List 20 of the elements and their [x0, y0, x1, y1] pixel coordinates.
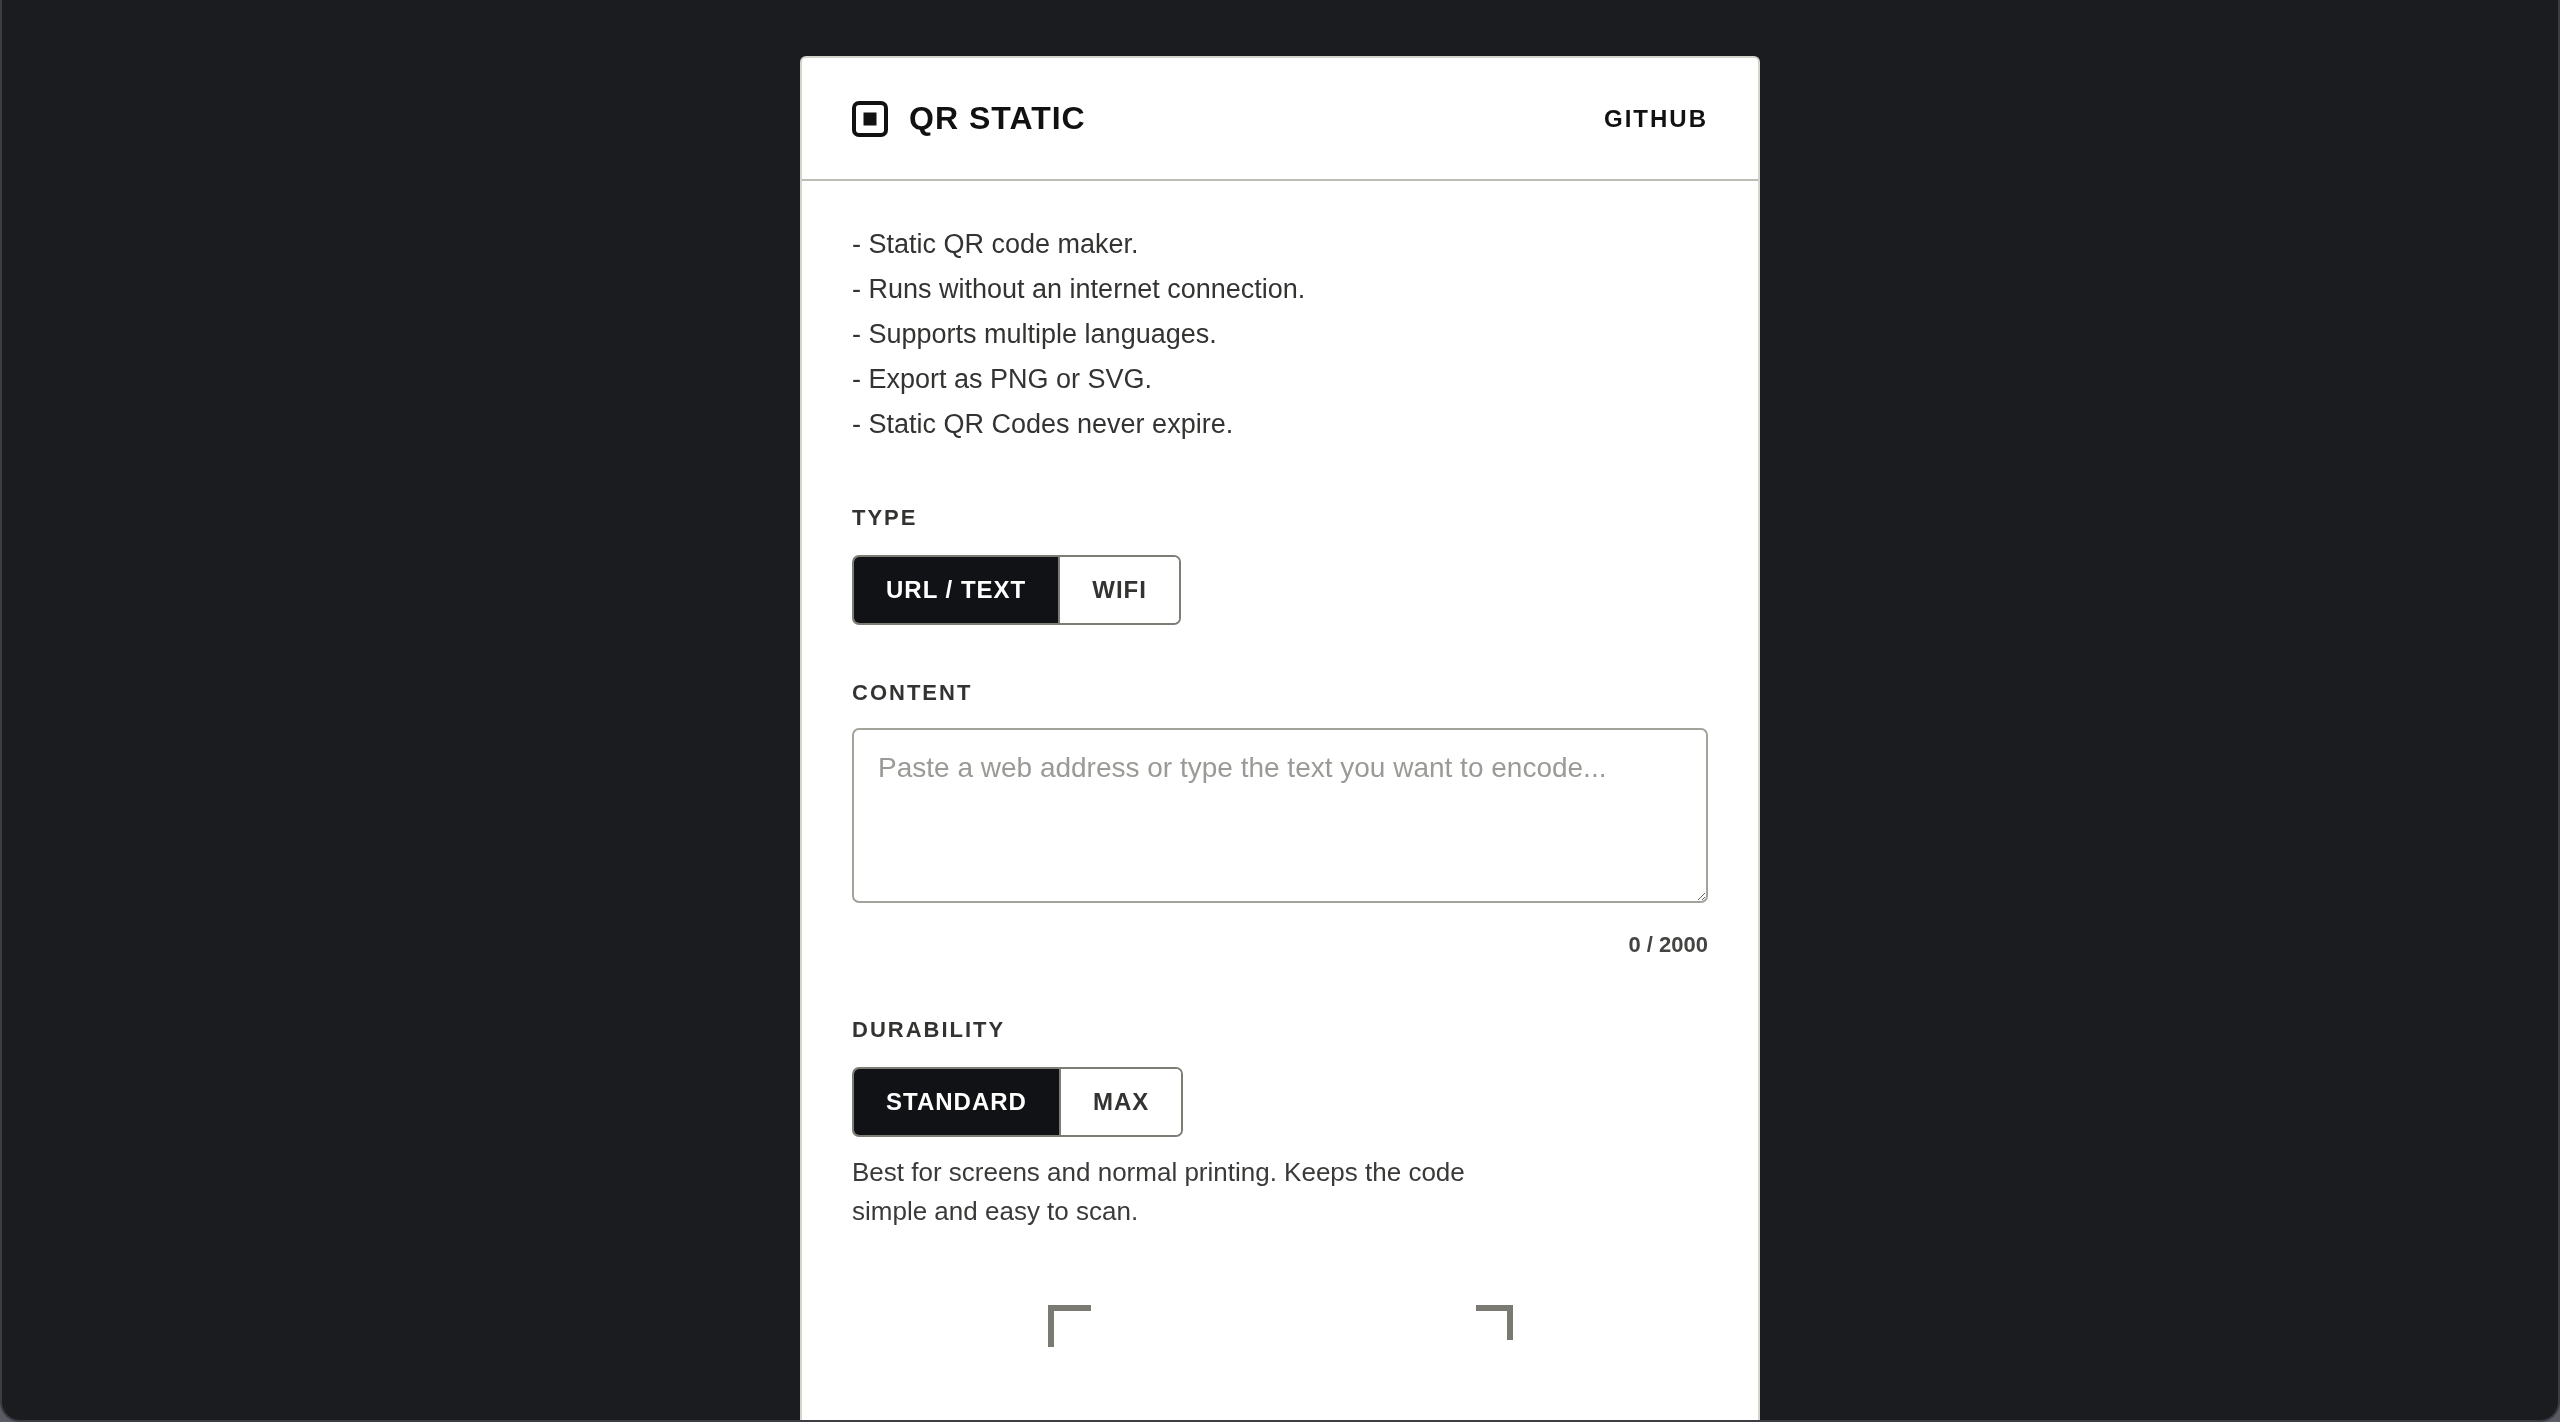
logo-icon	[852, 100, 888, 137]
github-link[interactable]: GITHUB	[1604, 104, 1708, 133]
feature-text: - Static QR Codes never expire.	[852, 408, 1234, 441]
app-title: QR STATIC	[909, 100, 1086, 137]
toggle-option[interactable]: WIFI	[1058, 557, 1179, 623]
feature-text: - Static QR code maker.	[852, 228, 1139, 261]
toggle-option[interactable]: URL / TEXT	[854, 557, 1059, 623]
feature-text: - Supports multiple languages.	[852, 318, 1217, 351]
corner-bracket-icon	[1475, 1305, 1513, 1340]
feature-text: - Export as PNG or SVG.	[852, 363, 1153, 396]
section-label: CONTENT	[852, 680, 973, 705]
description-text: Best for screens and normal printing. Keeps the code simple and easy to scan.	[852, 1156, 1466, 1228]
toggle-option[interactable]: STANDARD	[854, 1069, 1059, 1135]
toggle-option[interactable]: MAX	[1058, 1069, 1182, 1135]
corner-bracket-icon	[1047, 1305, 1091, 1347]
section-label: TYPE	[852, 505, 918, 530]
content-field[interactable]: Paste a web address or type the text you want to encode...	[852, 728, 1708, 903]
character-counter: 0 / 2000	[1628, 931, 1708, 959]
feature-text: - Runs without an internet connection.	[852, 273, 1306, 306]
section-label: DURABILITY	[852, 1017, 1006, 1042]
